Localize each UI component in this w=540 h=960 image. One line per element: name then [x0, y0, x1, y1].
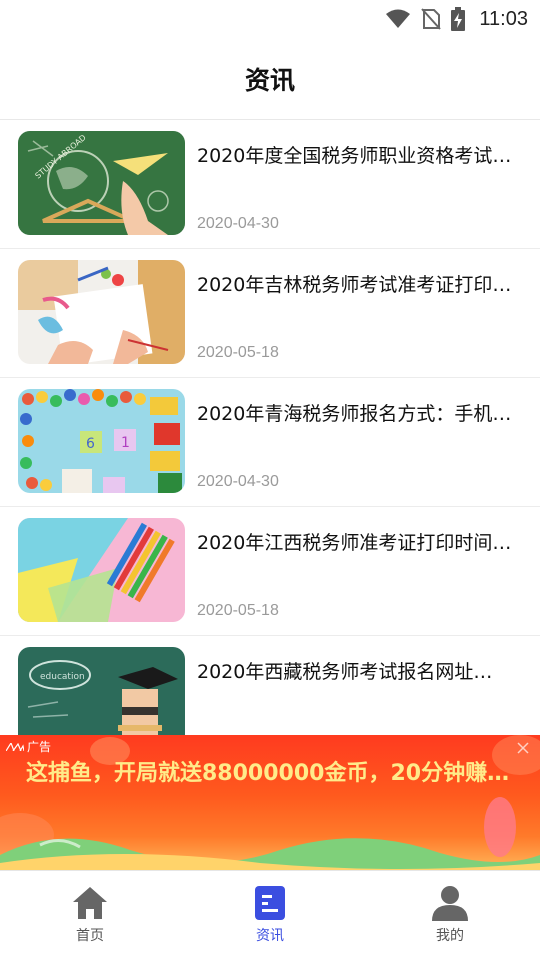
ad-label: 广告: [6, 738, 51, 755]
status-bar: 11:03: [0, 0, 540, 38]
news-thumbnail[interactable]: STUDY ABROAD: [18, 131, 185, 235]
ad-label-text: 广告: [27, 740, 52, 754]
close-icon[interactable]: [516, 741, 530, 755]
news-list-item[interactable]: education 2020年西藏税务师考试报名网址…: [0, 636, 540, 735]
news-text: 2020年西藏税务师考试报名网址…: [197, 647, 517, 735]
wifi-icon: [386, 9, 411, 28]
svg-text:1: 1: [121, 435, 130, 451]
battery-charging-icon: [451, 7, 466, 31]
svg-text:education: education: [40, 672, 85, 682]
news-text: 2020年江西税务师准考证打印时间… 2020-05-18: [197, 518, 517, 622]
news-date: 2020-04-30: [197, 473, 279, 490]
news-title: 2020年青海税务师报名方式：手机…: [197, 403, 512, 425]
user-icon: [432, 886, 468, 921]
news-thumbnail[interactable]: 6 1: [18, 389, 185, 493]
news-date: 2020-05-18: [197, 344, 279, 361]
bottom-nav: 首页 资讯 我的: [0, 870, 540, 960]
nav-label: 首页: [76, 928, 104, 944]
news-list-item[interactable]: 2020年吉林税务师考试准考证打印… 2020-05-18: [0, 249, 540, 378]
ad-banner[interactable]: 广告 这捕鱼，开局就送88000000金币，20分钟赚…: [0, 735, 540, 870]
news-thumbnail[interactable]: [18, 518, 185, 622]
news-text: 2020年度全国税务师职业资格考试… 2020-04-30: [197, 131, 517, 235]
news-title: 2020年吉林税务师考试准考证打印…: [197, 274, 512, 296]
home-icon: [73, 887, 107, 919]
news-date: 2020-05-18: [197, 602, 279, 619]
news-list-item[interactable]: 2020年江西税务师准考证打印时间… 2020-05-18: [0, 507, 540, 636]
page-header: 资讯: [0, 38, 540, 120]
news-title: 2020年西藏税务师考试报名网址…: [197, 661, 493, 683]
nav-item-home[interactable]: 首页: [0, 871, 180, 960]
news-title: 2020年度全国税务师职业资格考试…: [197, 145, 512, 167]
news-thumbnail[interactable]: education: [18, 647, 185, 735]
news-text: 2020年吉林税务师考试准考证打印… 2020-05-18: [197, 260, 517, 364]
page-title: 资讯: [244, 65, 295, 95]
news-list-item[interactable]: 6 1 2020年青海税务师报名方式：手机… 2020-04-30: [0, 378, 540, 507]
status-time: 11:03: [479, 7, 528, 30]
news-list[interactable]: STUDY ABROAD 2020年度全国税务师职业资格考试… 2020-04-…: [0, 120, 540, 735]
news-text: 2020年青海税务师报名方式：手机… 2020-04-30: [197, 389, 517, 493]
nav-item-profile[interactable]: 我的: [360, 871, 540, 960]
ad-logo-icon: [6, 742, 24, 751]
svg-text:6: 6: [86, 436, 95, 452]
news-title: 2020年江西税务师准考证打印时间…: [197, 532, 512, 554]
nav-item-news[interactable]: 资讯: [180, 871, 360, 960]
news-thumbnail[interactable]: [18, 260, 185, 364]
nav-label: 资讯: [256, 928, 284, 944]
nav-label: 我的: [436, 928, 464, 944]
news-date: 2020-04-30: [197, 215, 279, 232]
no-sim-icon: [421, 8, 442, 30]
news-icon: [255, 886, 285, 920]
ad-text[interactable]: 这捕鱼，开局就送88000000金币，20分钟赚…: [26, 755, 518, 787]
news-list-item[interactable]: STUDY ABROAD 2020年度全国税务师职业资格考试… 2020-04-…: [0, 120, 540, 249]
